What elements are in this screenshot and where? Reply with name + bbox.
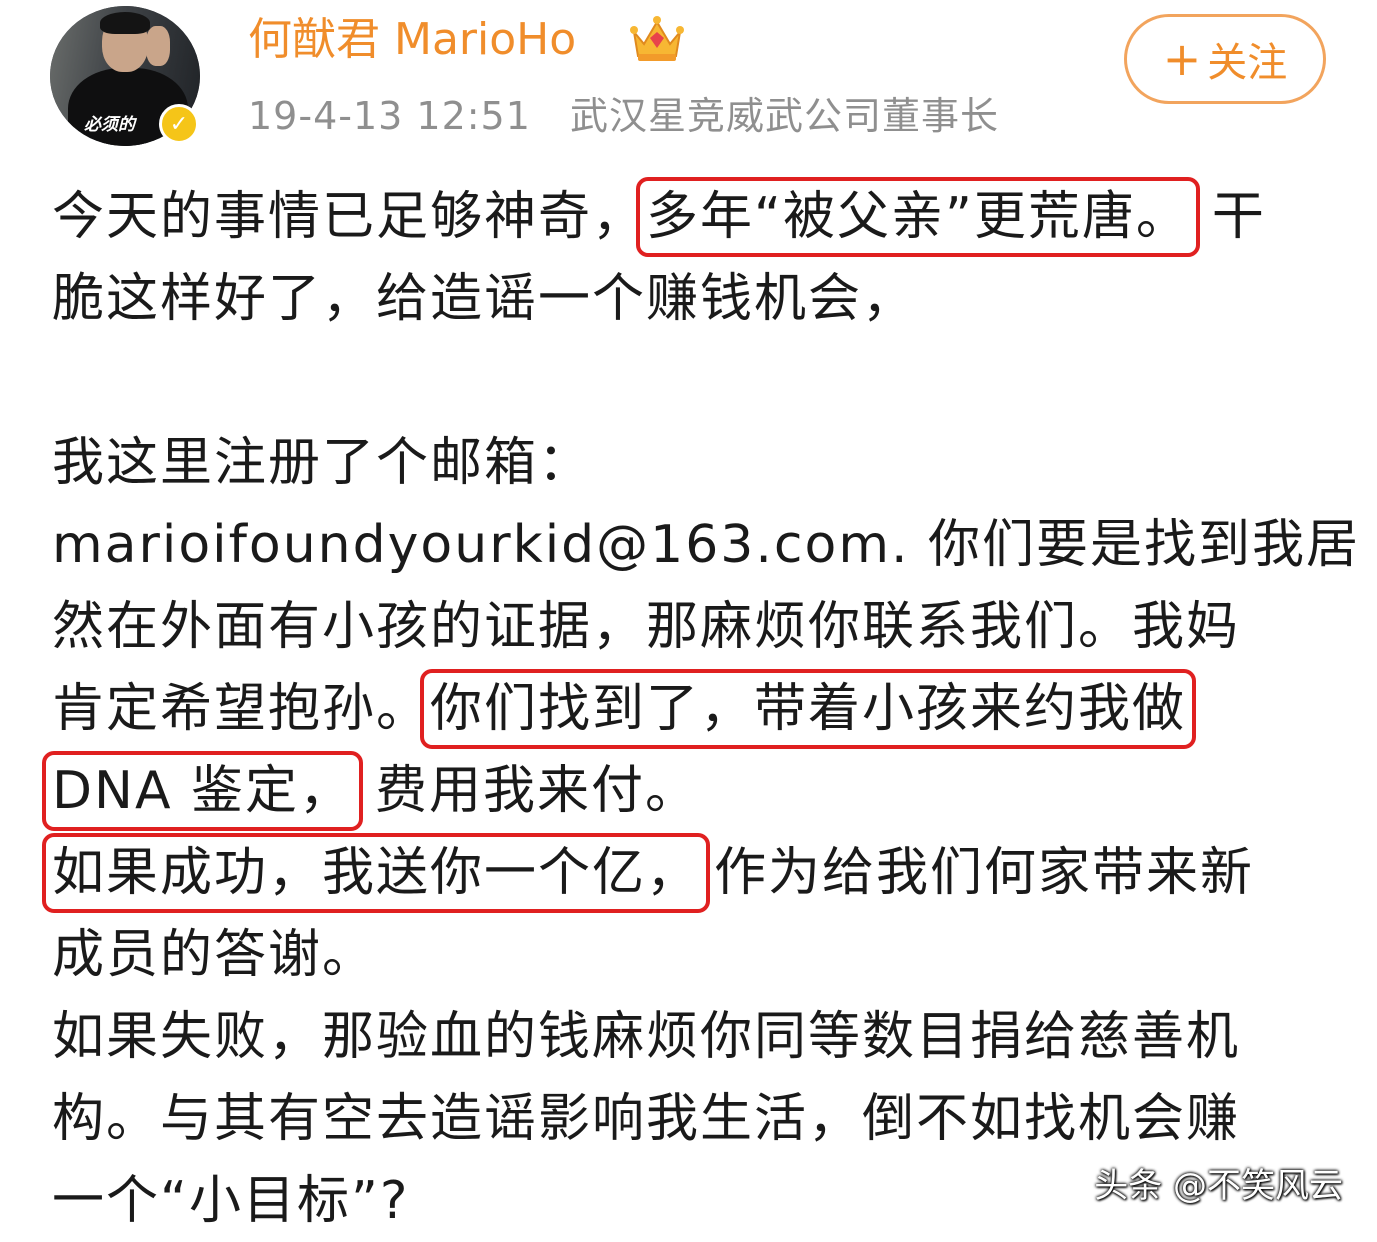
- highlighted-text: 多年“被父亲”更荒唐。: [636, 177, 1200, 257]
- post-line: marioifoundyourkid@163.com. 你们要是找到我居: [52, 504, 1358, 586]
- follow-button[interactable]: + 关注: [1124, 14, 1326, 104]
- post-line: 如果失败，那验血的钱麻烦你同等数目捐给慈善机: [52, 996, 1322, 1078]
- highlighted-text: 如果成功，我送你一个亿，: [41, 833, 711, 913]
- post-line: 然在外面有小孩的证据，那麻烦你联系我们。我妈: [52, 586, 1322, 668]
- verified-badge-icon: ✓: [159, 104, 199, 144]
- post-line: 如果成功，我送你一个亿， 作为给我们何家带来新: [41, 832, 1322, 914]
- post-text: 如果失败，那验血的钱麻烦你同等数目捐给慈善机: [52, 1007, 1241, 1067]
- post-line: 成员的答谢。: [52, 914, 1322, 996]
- avatar-caption: 必须的: [84, 115, 135, 135]
- post-time: 19-4-13 12:51: [248, 94, 531, 138]
- post-text: 费用我来付。: [375, 761, 700, 821]
- post-text: 作为给我们何家带来新: [714, 843, 1255, 903]
- crown-icon: [630, 16, 684, 61]
- plus-icon: +: [1162, 32, 1202, 86]
- highlighted-text: 你们找到了，带着小孩来约我做: [420, 669, 1197, 749]
- avatar-figure-hand: [146, 26, 170, 66]
- highlighted-text: DNA 鉴定，: [41, 751, 364, 831]
- email-link[interactable]: marioifoundyourkid@163.com. 你们要是找到我居: [52, 515, 1360, 575]
- post-line: DNA 鉴定， 费用我来付。: [41, 750, 1322, 832]
- username[interactable]: 何猷君 MarioHo: [248, 10, 576, 70]
- post-text: 肯定希望抱孙。: [52, 679, 431, 739]
- post-text: 我这里注册了个邮箱：: [52, 433, 593, 493]
- post-meta: 19-4-13 12:51 武汉星竞威武公司董事长: [248, 92, 999, 140]
- user-title: 武汉星竞威武公司董事长: [570, 94, 1000, 138]
- avatar-figure-hair: [100, 12, 150, 34]
- post-text: 然在外面有小孩的证据，那麻烦你联系我们。我妈: [52, 597, 1241, 657]
- post-line: 构。与其有空去造谣影响我生活，倒不如找机会赚: [52, 1078, 1322, 1160]
- post-text: 今天的事情已足够神奇，: [52, 187, 647, 247]
- post-text: 干: [1211, 187, 1266, 247]
- watermark: 头条 @不笑风云: [1094, 1166, 1343, 1206]
- post-text: 构。与其有空去造谣影响我生活，倒不如找机会赚: [52, 1089, 1241, 1149]
- post-line: 我这里注册了个邮箱：: [52, 422, 1322, 504]
- post-text: 一个“小目标”?: [52, 1171, 410, 1231]
- post-line: 肯定希望抱孙。你们找到了，带着小孩来约我做: [52, 668, 1322, 750]
- follow-label: 关注: [1207, 40, 1288, 86]
- post-text: 脆这样好了，给造谣一个赚钱机会，: [52, 269, 917, 329]
- post-text: 成员的答谢。: [52, 925, 377, 985]
- post-body: 今天的事情已足够神奇，多年“被父亲”更荒唐。干 脆这样好了，给造谣一个赚钱机会，…: [41, 176, 1358, 1242]
- post-line: 今天的事情已足够神奇，多年“被父亲”更荒唐。干: [52, 176, 1322, 258]
- post-line: 脆这样好了，给造谣一个赚钱机会，: [52, 258, 1322, 340]
